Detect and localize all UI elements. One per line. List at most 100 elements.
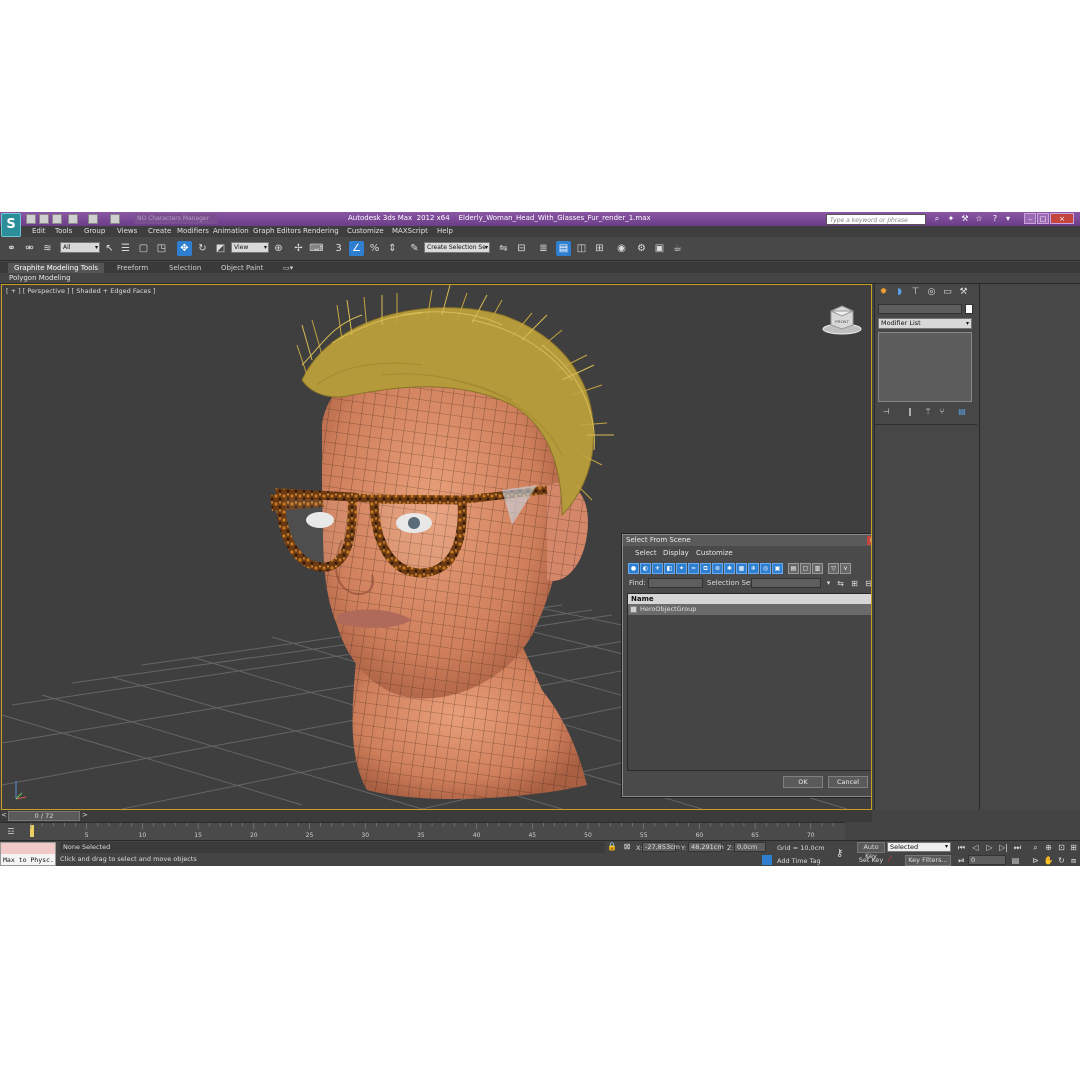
perspective-viewport[interactable]: [ + ] [ Perspective ] [ Shaded + Edged F… — [1, 284, 872, 810]
list-item[interactable]: HeroObjectGroup — [628, 604, 871, 615]
help-dropdown-icon[interactable]: ▾ — [1003, 214, 1013, 224]
open-file-icon[interactable] — [39, 214, 49, 224]
dialog-title[interactable]: Select From Scene — [623, 535, 871, 546]
find-input[interactable] — [648, 578, 703, 588]
menu-modifiers[interactable]: Modifiers — [177, 227, 209, 235]
app-logo-icon[interactable]: S — [1, 213, 21, 237]
zoom-all-icon[interactable]: ⊕ — [1043, 842, 1054, 853]
ribbon-options-icon[interactable]: ▭▾ — [277, 263, 299, 273]
go-to-end-icon[interactable]: ⏭ — [1012, 842, 1023, 853]
sync-selection-icon[interactable]: ⇆ — [835, 578, 846, 589]
polygon-modeling-panel[interactable]: Polygon Modeling — [9, 274, 71, 282]
select-and-manipulate-icon[interactable]: ✢ — [291, 241, 306, 256]
auto-key-button[interactable]: Auto Key — [857, 842, 885, 860]
dialog-close-button[interactable]: × — [867, 536, 871, 545]
viewport-label[interactable]: [ + ] [ Perspective ] [ Shaded + Edged F… — [6, 287, 156, 295]
make-unique-icon[interactable]: ᛘ — [922, 406, 934, 417]
subscription-icon[interactable]: ✦ — [946, 214, 956, 224]
x-coordinate-field[interactable]: -27,853cm — [642, 842, 680, 852]
edit-named-selection-icon[interactable]: ✎ — [407, 241, 422, 256]
pivot-center-icon[interactable]: ⊕ — [271, 241, 286, 256]
material-editor-icon[interactable]: ◉ — [614, 241, 629, 256]
collapse-all-icon[interactable]: ⊟ — [863, 578, 871, 589]
select-and-rotate-icon[interactable]: ↻ — [195, 241, 210, 256]
menu-maxscript[interactable]: MAXScript — [392, 227, 428, 235]
set-key-button[interactable]: Set Key — [857, 855, 885, 866]
keyboard-shortcut-override-icon[interactable]: ⌨ — [309, 241, 324, 256]
redo-icon[interactable] — [88, 214, 98, 224]
mirror-icon[interactable]: ⇋ — [496, 241, 511, 256]
track-bar[interactable]: ☲ 5 10 15 20 25 30 35 40 45 50 55 60 65 70 — [0, 822, 845, 840]
schematic-view-icon[interactable]: ⊞ — [592, 241, 607, 256]
dialog-menu-display[interactable]: Display — [663, 549, 689, 557]
selection-filter-dropdown[interactable]: All — [60, 242, 100, 253]
orbit-icon[interactable]: ↻ — [1056, 855, 1067, 866]
search-input[interactable]: Type a keyword or phrase — [826, 214, 926, 225]
remove-modifier-icon[interactable]: ⑂ — [936, 406, 948, 417]
key-mode-toggle-icon[interactable]: ⏯ — [956, 855, 967, 866]
time-tag-icon[interactable] — [762, 855, 772, 865]
y-coordinate-field[interactable]: 48,291cm — [688, 842, 724, 852]
unlink-icon[interactable]: ⚮ — [22, 241, 37, 256]
select-and-move-icon[interactable]: ✥ — [177, 241, 192, 256]
save-file-icon[interactable] — [52, 214, 62, 224]
modifier-list-dropdown[interactable]: Modifier List — [878, 318, 972, 329]
angle-snap-icon[interactable]: ∠ — [349, 241, 364, 256]
previous-frame-icon[interactable]: ◁ — [970, 842, 981, 853]
menu-create[interactable]: Create — [148, 227, 171, 235]
window-crossing-icon[interactable]: ◳ — [154, 241, 169, 256]
tab-object-paint[interactable]: Object Paint — [215, 263, 269, 273]
ok-button[interactable]: OK — [783, 776, 823, 788]
project-folder-icon[interactable] — [110, 214, 120, 224]
time-slider-thumb[interactable]: 0 / 72 — [8, 811, 80, 821]
menu-rendering[interactable]: Rendering — [303, 227, 339, 235]
time-slider-next-icon[interactable]: > — [82, 811, 88, 819]
layer-manager-icon[interactable]: ≣ — [536, 241, 551, 256]
select-by-name-icon[interactable]: ☰ — [118, 241, 133, 256]
menu-animation[interactable]: Animation — [213, 227, 249, 235]
selection-set-dropdown[interactable] — [751, 578, 821, 588]
menu-customize[interactable]: Customize — [347, 227, 384, 235]
name-column-header[interactable]: Name — [628, 594, 871, 604]
object-name-field[interactable] — [878, 304, 962, 314]
help-icon[interactable]: ? — [990, 214, 1000, 224]
display-groups-icon[interactable]: ⧉ — [700, 563, 711, 574]
pin-stack-icon[interactable]: ⊣ — [880, 406, 892, 417]
new-file-icon[interactable] — [26, 214, 36, 224]
link-icon[interactable]: ⚭ — [4, 241, 19, 256]
align-icon[interactable]: ⊟ — [514, 241, 529, 256]
track-ruler[interactable]: 5 10 15 20 25 30 35 40 45 50 55 60 65 70 — [0, 823, 845, 841]
object-color-swatch[interactable] — [965, 304, 973, 314]
close-button[interactable]: × — [1050, 213, 1074, 224]
dialog-menu-customize[interactable]: Customize — [696, 549, 733, 557]
pan-view-icon[interactable]: ✋ — [1043, 855, 1054, 866]
communication-icon[interactable]: ⚒ — [960, 214, 970, 224]
display-hidden-icon[interactable]: ◎ — [760, 563, 771, 574]
spinner-snap-icon[interactable]: ⇕ — [385, 241, 400, 256]
binoculars-icon[interactable]: ⌕ — [932, 214, 942, 224]
display-containers-icon[interactable]: ▦ — [736, 563, 747, 574]
time-configuration-icon[interactable]: ▤ — [1010, 855, 1021, 866]
display-shapes-icon[interactable]: ◐ — [640, 563, 651, 574]
modifier-stack[interactable] — [878, 332, 972, 402]
tab-graphite-modeling-tools[interactable]: Graphite Modeling Tools — [8, 263, 105, 273]
key-selection-dropdown[interactable]: Selected — [887, 842, 951, 852]
menu-group[interactable]: Group — [84, 227, 105, 235]
render-production-icon[interactable]: ☕ — [670, 241, 685, 256]
zoom-extents-all-icon[interactable]: ⊞ — [1068, 842, 1079, 853]
add-time-tag-button[interactable]: Add Time Tag — [777, 857, 821, 865]
configure-modifier-sets-icon[interactable]: ▤ — [956, 406, 968, 417]
zoom-icon[interactable]: ⌕ — [1030, 842, 1041, 853]
selection-set-arrow-icon[interactable]: ▾ — [823, 578, 834, 589]
select-from-scene-dialog[interactable]: Select From Scene × Select Display Custo… — [622, 534, 871, 797]
set-key-icon[interactable]: ⁄ — [889, 855, 891, 865]
project-field[interactable]: NO Characters Manager — [135, 214, 217, 224]
rectangular-selection-icon[interactable]: ▢ — [136, 241, 151, 256]
time-slider-prev-icon[interactable]: < — [1, 811, 7, 819]
select-invert-icon[interactable]: ▥ — [812, 563, 823, 574]
reference-coordinate-dropdown[interactable]: View — [231, 242, 269, 253]
menu-tools[interactable]: Tools — [55, 227, 72, 235]
display-cameras-icon[interactable]: ◧ — [664, 563, 675, 574]
render-setup-icon[interactable]: ⚙ — [634, 241, 649, 256]
lock-selection-icon[interactable]: 🔒 — [607, 842, 617, 852]
